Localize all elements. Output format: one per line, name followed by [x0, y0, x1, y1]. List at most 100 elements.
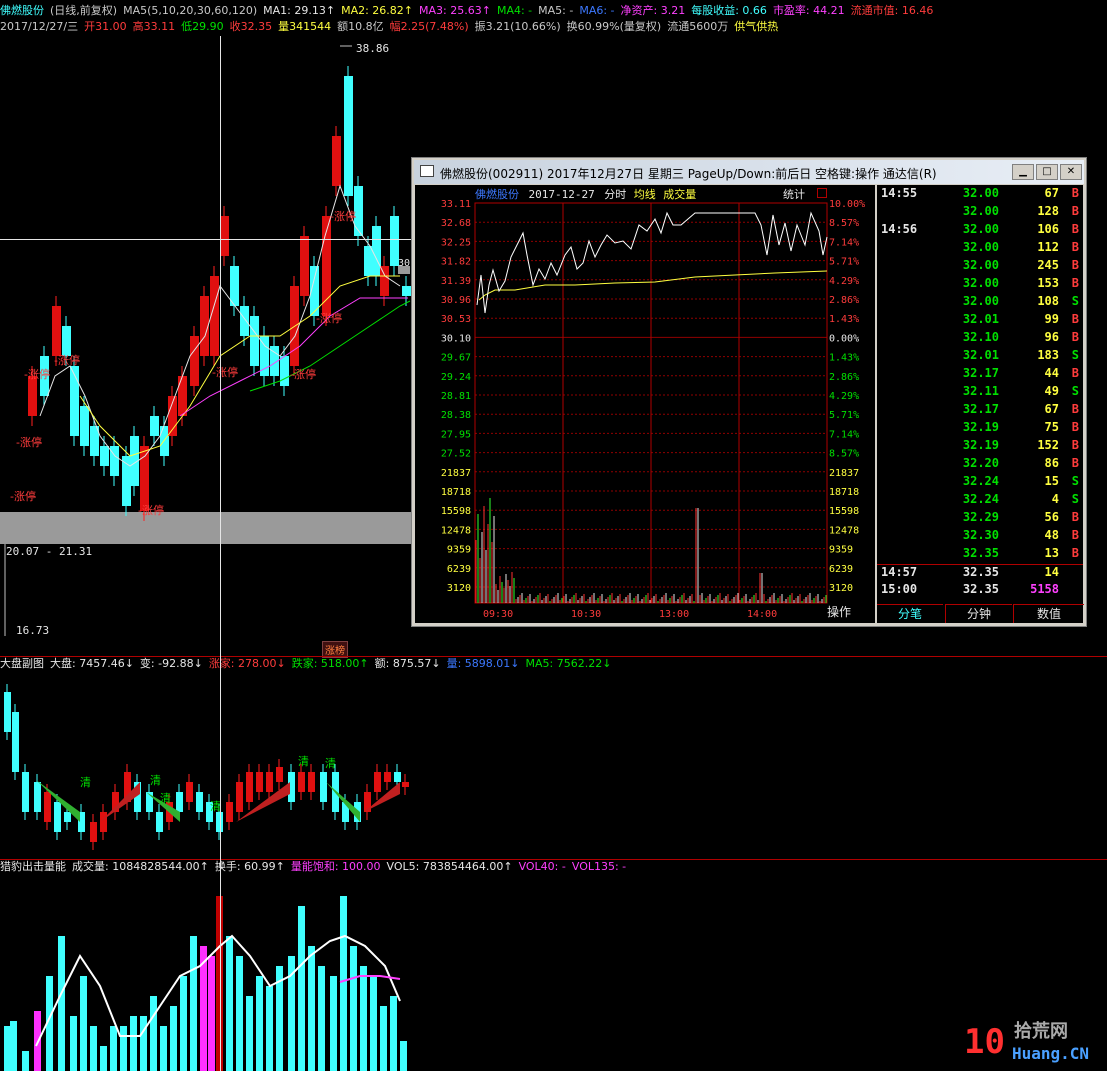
candle-body	[178, 376, 187, 416]
tick-side: S	[1071, 474, 1079, 488]
volume-bar	[160, 1026, 167, 1071]
volume-sub-chart[interactable]	[0, 876, 1107, 1071]
tick-price: 32.00	[962, 276, 999, 290]
volume-tick-label-right: 9359	[829, 545, 853, 556]
tick-row[interactable]: 32.29 56 B	[877, 510, 1083, 528]
pct-tick-label: 7.14%	[829, 237, 859, 248]
tick-row[interactable]: 32.24 15 S	[877, 474, 1083, 492]
volume-bar	[236, 956, 243, 1071]
high-price-label: 38.86	[356, 42, 390, 55]
market-candle-body	[44, 792, 51, 822]
tick-row[interactable]: 32.00 112 B	[877, 240, 1083, 258]
tab-values[interactable]: 数值	[1013, 604, 1084, 623]
tick-row[interactable]: 14:55 32.00 67 B	[877, 186, 1083, 204]
market-sub-chart[interactable]	[0, 672, 1107, 858]
candle-body	[160, 426, 169, 456]
site-logo: 10 拾荒网 Huang.CN	[962, 1015, 1102, 1065]
tick-row[interactable]: 32.01 99 B	[877, 312, 1083, 330]
tick-row[interactable]: 32.17 44 B	[877, 366, 1083, 384]
gray-band	[0, 512, 411, 544]
intraday-chart-pane[interactable]: 佛燃股份 2017-12-27 分时 均线 成交量 统计 33.11 10.00%…	[415, 185, 875, 623]
tick-volume: 245	[1037, 258, 1059, 272]
pct-tick-label: 2.86%	[829, 295, 859, 306]
tick-row[interactable]: 32.10 96 B	[877, 330, 1083, 348]
tick-row[interactable]: 32.00 153 B	[877, 276, 1083, 294]
tick-row[interactable]: 32.00 108 S	[877, 294, 1083, 312]
daily-quote-item: 高33.11	[132, 20, 176, 33]
tick-row[interactable]: 15:00 32.35 5158	[877, 582, 1083, 600]
tick-row[interactable]: 32.19 75 B	[877, 420, 1083, 438]
volume-tick-label-right: 21837	[829, 468, 859, 479]
tick-row[interactable]: 32.30 48 B	[877, 528, 1083, 546]
tick-side: S	[1071, 348, 1079, 362]
market-candle-body	[176, 792, 183, 812]
tick-volume: 152	[1037, 438, 1059, 452]
tick-side: B	[1071, 258, 1079, 272]
sub1-header: 大盘副图 大盘: 7457.46↓ 变: -92.88↓ 涨家: 278.00↓ 跌家:…	[0, 657, 617, 671]
tick-row[interactable]: 32.01 183 S	[877, 348, 1083, 366]
market-candle-body	[100, 812, 107, 832]
market-candle-body	[22, 772, 29, 812]
tab-tick[interactable]: 分笔	[877, 604, 943, 623]
tick-row[interactable]: 32.00 128 B	[877, 204, 1083, 222]
tick-volume: 49	[1044, 384, 1059, 398]
market-candle-body	[374, 772, 381, 792]
sub2-header-item: VOL40: -	[518, 860, 566, 873]
candle-body	[28, 376, 37, 416]
volume-bar	[22, 1051, 29, 1071]
tick-row[interactable]: 32.11 49 S	[877, 384, 1083, 402]
candle-body	[372, 226, 381, 276]
tick-volume: 183	[1037, 348, 1059, 362]
limit-up-label: -涨停	[316, 312, 342, 325]
tick-row[interactable]: 14:57 32.35 14	[877, 564, 1083, 583]
market-candle-body	[156, 812, 163, 832]
tab-minute-list[interactable]: 分钟	[945, 604, 1012, 623]
tick-row[interactable]: 32.00 245 B	[877, 258, 1083, 276]
price-tick-label: 27.52	[441, 449, 471, 460]
close-button[interactable]: ✕	[1060, 164, 1082, 180]
volume-bar	[298, 906, 305, 1071]
tick-row[interactable]: 14:56 32.00 106 B	[877, 222, 1083, 240]
price-range-label: 20.07 - 21.31	[6, 545, 93, 558]
tick-list-pane[interactable]: 14:55 32.00 67 B 32.00 128 B 14:56 32.00 106 B 32.0…	[877, 185, 1084, 623]
minimize-button[interactable]: ▁	[1012, 164, 1034, 180]
candle-body	[344, 76, 353, 196]
daily-quote-item: 低29.90	[181, 20, 224, 33]
price-tick-label: 30.10	[441, 333, 471, 344]
volume-tick-label: 12478	[441, 525, 471, 536]
price-tick-label: 33.11	[441, 199, 471, 210]
tick-volume: 112	[1037, 240, 1059, 254]
sub2-header-item: VOL5: 783854464.00↑	[386, 860, 513, 873]
tick-row[interactable]: 32.20 86 B	[877, 456, 1083, 474]
tick-volume: 5158	[1030, 582, 1059, 596]
tick-row[interactable]: 32.24 4 S	[877, 492, 1083, 510]
clear-signal-label: 清	[150, 774, 161, 787]
candle-body	[80, 406, 89, 446]
market-candle-body	[384, 772, 391, 782]
sub1-header-item: 大盘: 7457.46↓	[50, 657, 134, 670]
limit-up-label: -涨停	[138, 504, 164, 517]
volume-bar	[318, 966, 325, 1071]
stock-info-item: MA1: 29.13↑	[263, 4, 336, 17]
app-icon	[420, 165, 434, 177]
tick-price: 32.35	[962, 582, 999, 596]
tick-price: 32.10	[962, 330, 999, 344]
tick-row[interactable]: 32.19 152 B	[877, 438, 1083, 456]
market-candle-body	[34, 782, 41, 812]
volume-tick-label: 21837	[441, 468, 471, 479]
tick-volume: 106	[1037, 222, 1059, 236]
daily-quote-item: 量341544	[278, 20, 332, 33]
tick-row[interactable]: 32.35 13 B	[877, 546, 1083, 564]
volume-bar	[70, 1016, 77, 1071]
op-label[interactable]: 操作	[827, 603, 851, 620]
tick-price: 32.01	[962, 348, 999, 362]
maximize-button[interactable]: □	[1036, 164, 1058, 180]
volume-bar	[370, 976, 377, 1071]
tick-price: 32.20	[962, 456, 999, 470]
tick-side: B	[1071, 456, 1079, 470]
volume-tick-label: 18718	[441, 487, 471, 498]
volume-bar	[350, 946, 357, 1071]
tick-row[interactable]: 32.17 67 B	[877, 402, 1083, 420]
intraday-popup-window[interactable]: 佛燃股份(002911) 2017年12月27日 星期三 PageUp/Down…	[411, 157, 1087, 627]
popup-titlebar[interactable]: 佛燃股份(002911) 2017年12月27日 星期三 PageUp/Down…	[414, 160, 1084, 184]
